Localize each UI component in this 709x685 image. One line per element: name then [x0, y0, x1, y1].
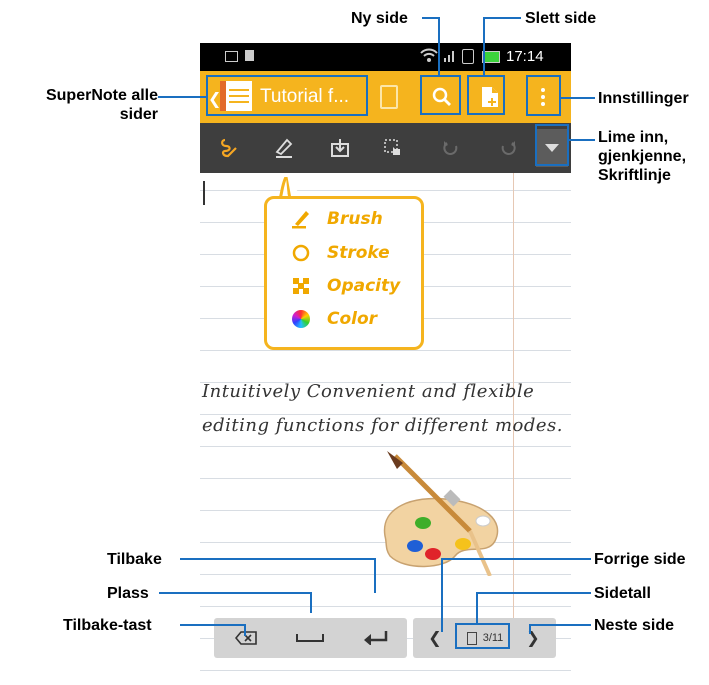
- annotation-delete-page: Slett side: [525, 10, 597, 27]
- gallery-icon: [225, 51, 238, 62]
- leader-settings: [561, 97, 595, 99]
- leader-enter-v: [374, 558, 376, 593]
- handwriting-line-2: editing functions for different modes.: [202, 415, 563, 436]
- pen-style-button[interactable]: [269, 133, 299, 163]
- tool-tip-callout: Brush Stroke Opacity Color: [264, 196, 424, 350]
- redo-button[interactable]: [493, 133, 523, 163]
- annotation-paste-recognize-font: Lime inn, gjenkjenne, Skriftlinje: [598, 129, 687, 184]
- chevron-left-icon: ❮: [428, 630, 442, 647]
- space-key[interactable]: [286, 623, 334, 653]
- annotation-backspace: Tilbake-tast: [63, 617, 152, 634]
- leader-next-page-h: [529, 624, 591, 626]
- highlight-overflow-menu: [526, 75, 561, 116]
- previous-page-button[interactable]: ❮: [423, 623, 447, 653]
- edit-toolbar: [200, 123, 571, 173]
- notebook-switch-icon[interactable]: [380, 85, 398, 109]
- handwriting-line-1: Intuitively Convenient and flexible: [202, 381, 535, 402]
- enter-key[interactable]: [352, 623, 400, 653]
- status-time: 17:14: [506, 48, 544, 65]
- leader-page-number-h: [476, 592, 591, 594]
- color-wheel-icon: [291, 309, 311, 329]
- space-icon: [296, 634, 324, 642]
- highlight-notebook-menu: [206, 75, 368, 116]
- brush-tool-button[interactable]: [214, 133, 244, 163]
- callout-item-brush: Brush: [291, 205, 383, 233]
- leader-delete-page-h: [483, 17, 521, 19]
- brush-icon: [221, 138, 237, 158]
- highlight-more-tools: [535, 124, 569, 166]
- leader-backspace-h: [180, 624, 246, 626]
- annotation-new-page: Ny side: [351, 10, 408, 27]
- enter-icon: [364, 631, 388, 645]
- undo-button[interactable]: [436, 133, 466, 163]
- annotation-page-number: Sidetall: [594, 585, 651, 602]
- annotation-supernote-all-pages: SuperNote alle sider: [45, 87, 158, 123]
- backspace-icon: [235, 631, 257, 645]
- backspace-key[interactable]: [222, 623, 270, 653]
- hand-select-icon: [384, 139, 400, 155]
- highlight-new-page: [467, 75, 505, 115]
- leader-space-h: [159, 592, 312, 594]
- annotation-settings: Innstillinger: [598, 90, 689, 107]
- highlight-page-number: [455, 623, 510, 649]
- file-icon: [245, 50, 254, 61]
- leader-paste: [569, 139, 595, 141]
- insert-icon: [331, 139, 349, 157]
- leader-supernote: [158, 96, 206, 98]
- insert-button[interactable]: [325, 133, 355, 163]
- leader-delete-page-v: [483, 17, 485, 75]
- leader-new-page-v: [438, 17, 440, 75]
- wifi-icon: [420, 46, 438, 64]
- stroke-circle-icon: [291, 243, 311, 263]
- text-cursor: [203, 181, 205, 205]
- status-bar: 17:14: [200, 43, 571, 71]
- undo-icon: [443, 141, 458, 155]
- callout-item-opacity: Opacity: [291, 272, 400, 300]
- annotation-space: Plass: [107, 585, 149, 602]
- annotation-next-page: Neste side: [594, 617, 675, 634]
- leader-previous-page-v: [441, 558, 443, 632]
- select-button[interactable]: [378, 133, 408, 163]
- phone-screen: 17:14 ❮ Tutorial f... Brush Stroke Opaci…: [200, 43, 571, 685]
- next-page-button[interactable]: ❯: [521, 623, 545, 653]
- signal-icon: [443, 49, 457, 63]
- highlight-search: [420, 75, 461, 115]
- leader-page-number-v: [476, 592, 478, 623]
- annotation-previous-page: Forrige side: [594, 551, 686, 568]
- leader-backspace-v: [244, 624, 246, 636]
- page-margin-line: [513, 173, 514, 643]
- leader-space-v: [310, 592, 312, 613]
- callout-item-stroke: Stroke: [291, 239, 390, 267]
- brush-icon: [291, 209, 311, 229]
- sim-icon: [462, 49, 474, 64]
- opacity-icon: [291, 276, 311, 296]
- leader-next-page-v: [529, 624, 531, 634]
- callout-item-color: Color: [291, 305, 377, 333]
- pen-icon: [275, 138, 293, 158]
- leader-previous-page-h: [441, 558, 591, 560]
- leader-enter-h: [180, 558, 376, 560]
- redo-icon: [501, 141, 516, 155]
- annotation-enter: Tilbake: [107, 551, 162, 568]
